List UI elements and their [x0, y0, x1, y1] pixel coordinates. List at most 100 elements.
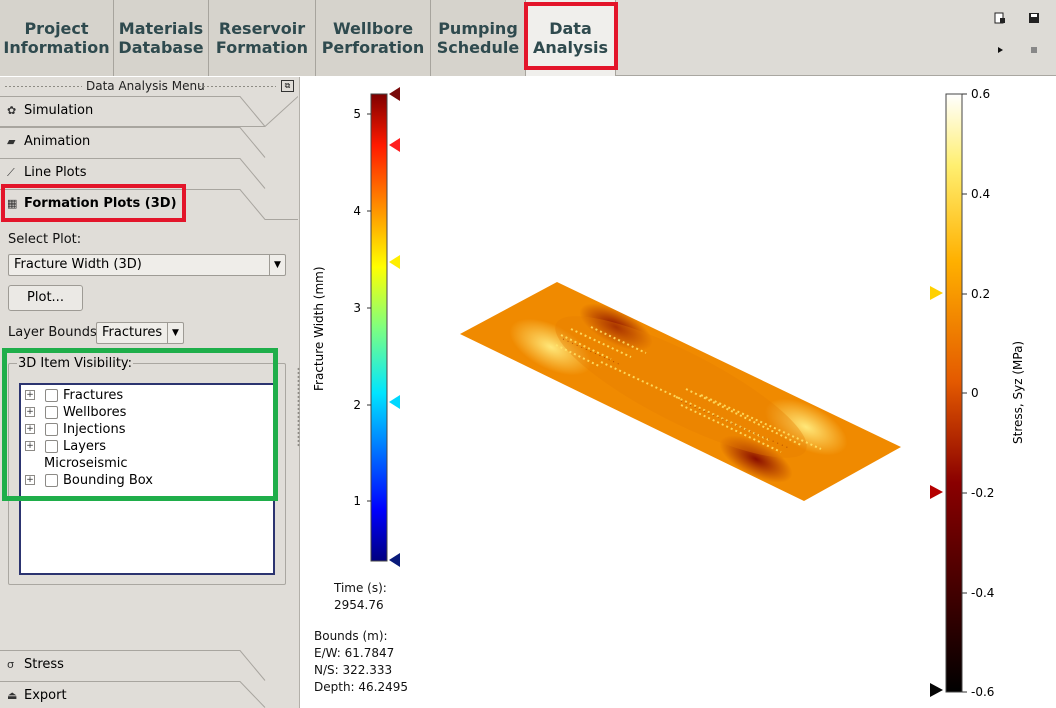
- stress-tick: -0.6: [971, 685, 994, 699]
- main-tab-bar: Project Information Materials Database R…: [0, 0, 1056, 76]
- tree-item-label: Microseismic: [44, 456, 128, 471]
- export-icon: ⏏: [7, 689, 18, 702]
- stress-tick: 0: [971, 386, 979, 400]
- section-simulation[interactable]: ✿ Simulation: [0, 96, 298, 127]
- undock-icon[interactable]: ⧉: [281, 80, 294, 92]
- splitter-handle[interactable]: [297, 367, 300, 447]
- section-label: Stress: [24, 657, 64, 672]
- section-animation[interactable]: ▰ Animation: [0, 127, 298, 158]
- expand-icon[interactable]: +: [25, 441, 35, 451]
- tree-item-label: Fractures: [63, 388, 124, 403]
- wellbores-checkbox[interactable]: [45, 406, 58, 419]
- range-max-marker[interactable]: [389, 87, 400, 101]
- fracture-width-tick: 2: [353, 398, 361, 412]
- tree-item-injections[interactable]: + Injections: [21, 421, 271, 438]
- select-plot-dropdown[interactable]: Fracture Width (3D) ▼: [8, 254, 286, 276]
- menu-header: Data Analysis Menu ⧉: [0, 77, 300, 96]
- tree-item-fractures[interactable]: + Fractures: [21, 387, 271, 404]
- expand-icon[interactable]: +: [25, 390, 35, 400]
- gear-icon: ✿: [7, 104, 17, 117]
- play-icon[interactable]: [993, 44, 1007, 58]
- fractures-checkbox[interactable]: [45, 389, 58, 402]
- expand-icon[interactable]: +: [25, 475, 35, 485]
- tree-item-wellbores[interactable]: + Wellbores: [21, 404, 271, 421]
- section-label: Line Plots: [24, 165, 87, 180]
- tab-wellbore-perforation[interactable]: Wellbore Perforation: [316, 0, 431, 76]
- layer-bounds-value: Fractures: [102, 325, 163, 340]
- bounds-ew: E/W: 61.7847: [314, 646, 395, 660]
- data-analysis-menu-panel: Data Analysis Menu ⧉ ✿ Simulation ▰ Anim…: [0, 77, 300, 708]
- tab-reservoir-formation[interactable]: Reservoir Formation: [209, 0, 316, 76]
- fracture-width-tick: 4: [353, 204, 361, 218]
- time-label: Time (s):: [334, 581, 387, 595]
- bounds-label: Bounds (m):: [314, 629, 388, 643]
- section-label: Formation Plots (3D): [24, 196, 177, 211]
- expand-icon[interactable]: +: [25, 407, 35, 417]
- threshold-marker-yellow[interactable]: [389, 255, 400, 269]
- chevron-down-icon[interactable]: ▼: [167, 323, 183, 343]
- layer-bounds-label: Layer Bounds:: [8, 325, 102, 340]
- tree-item-label: Injections: [63, 422, 126, 437]
- select-plot-value: Fracture Width (3D): [14, 257, 142, 272]
- tab-project-information[interactable]: Project Information: [0, 0, 114, 76]
- 3d-viewer[interactable]: 5 4 3 2 1 Fracture Width (mm) 0.6 0.4 0.…: [301, 77, 1056, 708]
- tab-pumping-schedule[interactable]: Pumping Schedule: [431, 0, 526, 76]
- grid-icon: ▦: [7, 197, 18, 210]
- section-export[interactable]: ⏏ Export: [0, 681, 298, 708]
- save-as-icon[interactable]: [993, 12, 1007, 26]
- tree-item-bounding-box[interactable]: + Bounding Box: [21, 472, 271, 489]
- section-label: Animation: [24, 134, 91, 149]
- injections-checkbox[interactable]: [45, 423, 58, 436]
- time-value: 2954.76: [334, 598, 384, 612]
- fracture-width-ticks: [367, 113, 371, 502]
- fracture-width-tick: 3: [353, 301, 361, 315]
- section-line-plots[interactable]: ⟋ Line Plots: [0, 158, 298, 189]
- stress-ticks: [962, 93, 967, 693]
- fracture-width-axis-label: Fracture Width (mm): [312, 266, 326, 391]
- visibility-tree[interactable]: + Fractures + Wellbores + Injections + L…: [19, 383, 275, 575]
- stress-tick: -0.2: [971, 486, 994, 500]
- threshold-marker-red[interactable]: [389, 138, 400, 152]
- chevron-down-icon[interactable]: ▼: [269, 255, 285, 275]
- tab-materials-database[interactable]: Materials Database: [114, 0, 209, 76]
- stop-icon[interactable]: [1027, 44, 1041, 58]
- threshold-marker-darkred[interactable]: [930, 485, 943, 499]
- range-min-marker[interactable]: [930, 683, 943, 697]
- tree-item-label: Bounding Box: [63, 473, 154, 488]
- plot-button[interactable]: Plot...: [8, 285, 83, 311]
- tree-item-label: Layers: [63, 439, 107, 454]
- range-min-marker[interactable]: [389, 553, 400, 567]
- tree-item-label: Wellbores: [63, 405, 127, 420]
- tree-item-layers[interactable]: + Layers: [21, 438, 271, 455]
- expand-icon[interactable]: +: [25, 424, 35, 434]
- threshold-marker-yellow[interactable]: [930, 286, 943, 300]
- visibility-label: 3D Item Visibility:: [17, 356, 134, 371]
- bounding-box-checkbox[interactable]: [45, 474, 58, 487]
- section-label: Export: [24, 688, 67, 703]
- sigma-icon: σ: [7, 658, 14, 671]
- section-stress[interactable]: σ Stress: [0, 650, 298, 681]
- stress-tick: 0.6: [971, 87, 990, 101]
- select-plot-label: Select Plot:: [8, 232, 82, 247]
- layer-bounds-dropdown[interactable]: Fractures ▼: [96, 322, 184, 344]
- threshold-marker-cyan[interactable]: [389, 395, 400, 409]
- section-label: Simulation: [24, 103, 94, 118]
- line-chart-icon: ⟋: [7, 166, 15, 179]
- stress-tick: 0.2: [971, 287, 990, 301]
- drag-grip[interactable]: [198, 85, 276, 88]
- formation-surface[interactable]: [460, 282, 901, 501]
- stress-tick: 0.4: [971, 187, 990, 201]
- drag-grip[interactable]: [4, 85, 82, 88]
- layers-checkbox[interactable]: [45, 440, 58, 453]
- camera-icon: ▰: [7, 135, 16, 148]
- fracture-width-tick: 5: [353, 107, 361, 121]
- save-icon[interactable]: [1027, 12, 1041, 26]
- tab-data-analysis[interactable]: Data Analysis: [526, 0, 616, 76]
- fracture-width-colorbar: [370, 93, 388, 562]
- section-formation-plots[interactable]: ▦ Formation Plots (3D): [0, 189, 298, 220]
- stress-colorbar: [945, 93, 963, 693]
- bounds-ns: N/S: 322.333: [314, 663, 393, 677]
- viewer-canvas: 5 4 3 2 1 Fracture Width (mm) 0.6 0.4 0.…: [312, 87, 1025, 699]
- bounds-depth: Depth: 46.2495: [314, 680, 409, 694]
- tree-item-microseismic[interactable]: Microseismic: [21, 455, 271, 472]
